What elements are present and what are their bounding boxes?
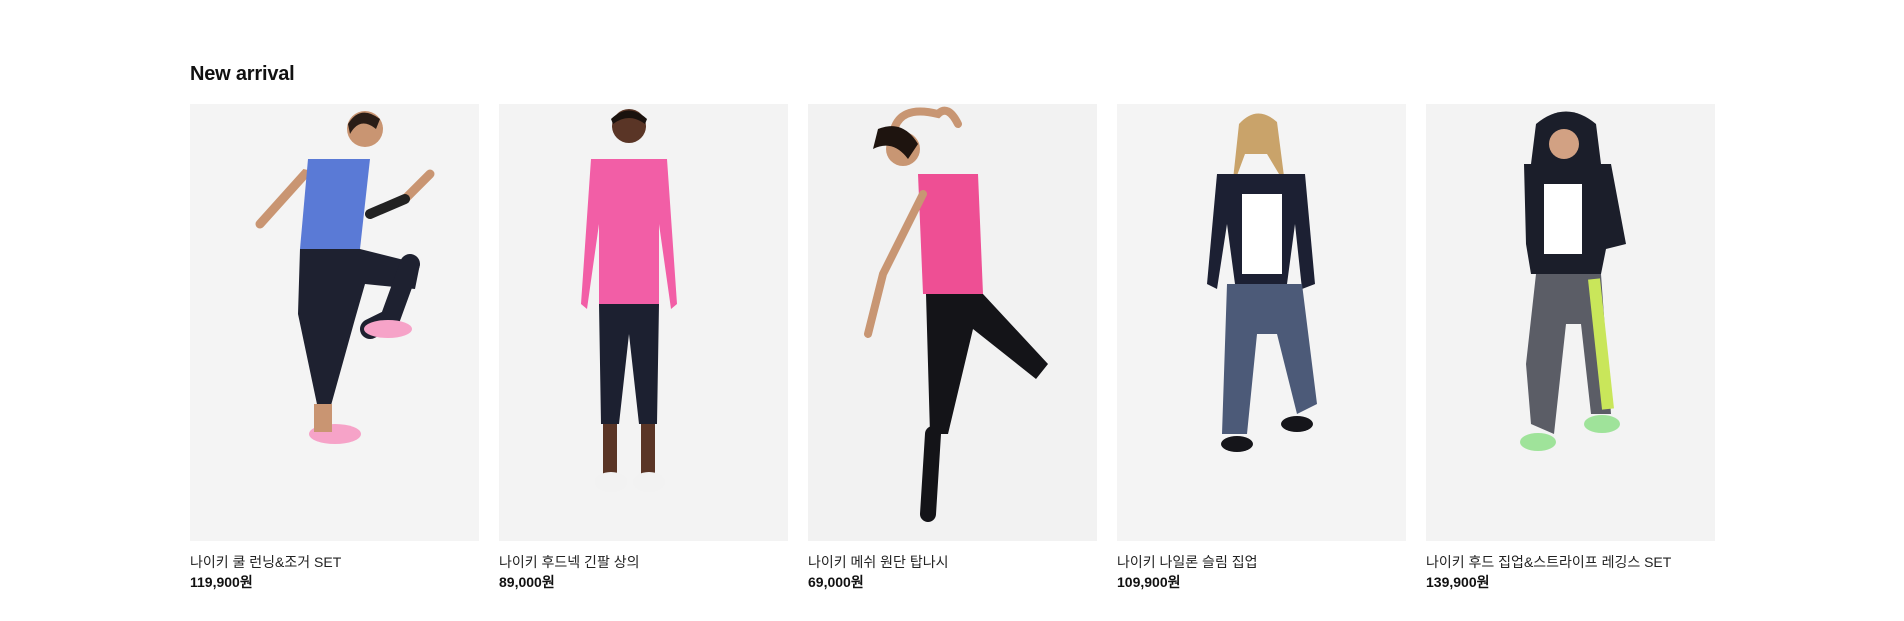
product-card[interactable]: 나이키 나일론 슬림 집업 109,900원 <box>1117 104 1406 591</box>
leg <box>641 424 655 474</box>
product-card[interactable]: 나이키 쿨 런닝&조거 SET 119,900원 <box>190 104 479 591</box>
model-photo <box>1426 104 1715 541</box>
product-name[interactable]: 나이키 메쉬 원단 탑나시 <box>808 553 1097 571</box>
product-price: 139,900원 <box>1426 574 1490 590</box>
shoe <box>595 472 627 492</box>
model-photo <box>1117 104 1406 541</box>
leg <box>603 424 617 474</box>
ankle <box>314 404 332 432</box>
product-image[interactable] <box>499 104 788 541</box>
top <box>300 159 370 249</box>
product-price: 109,900원 <box>1117 574 1181 590</box>
product-grid: 나이키 쿨 런닝&조거 SET 119,900원 나이키 후드넥 긴팔 상의 8… <box>190 104 1715 591</box>
product-price: 69,000원 <box>808 574 864 590</box>
shoe <box>633 472 665 492</box>
shoe <box>1221 436 1253 452</box>
product-price: 119,900원 <box>190 574 253 590</box>
logo-print <box>1544 184 1582 254</box>
product-name[interactable]: 나이키 후드 집업&스트라이프 레깅스 SET <box>1426 553 1715 571</box>
product-card[interactable]: 나이키 후드넥 긴팔 상의 89,000원 <box>499 104 788 591</box>
head <box>1549 129 1579 159</box>
model-photo <box>499 104 788 541</box>
product-card[interactable]: 나이키 메쉬 원단 탑나시 69,000원 <box>808 104 1097 591</box>
product-price: 89,000원 <box>499 574 555 590</box>
shoe <box>1281 416 1313 432</box>
shoe <box>364 320 412 338</box>
shoe <box>1520 433 1556 451</box>
product-image[interactable] <box>1117 104 1406 541</box>
section-title: New arrival <box>190 63 295 85</box>
top <box>918 174 983 294</box>
shoe <box>1584 415 1620 433</box>
new-arrival-section: New arrival 나이키 쿨 런닝&조거 SET 119,900원 나이키… <box>190 60 1715 590</box>
product-image[interactable] <box>190 104 479 541</box>
product-name[interactable]: 나이키 나일론 슬림 집업 <box>1117 553 1406 571</box>
product-name[interactable]: 나이키 쿨 런닝&조거 SET <box>190 553 479 571</box>
model-photo <box>190 104 479 541</box>
product-image[interactable] <box>1426 104 1715 541</box>
inner-tee <box>1242 194 1282 274</box>
product-image[interactable] <box>808 104 1097 541</box>
leg <box>920 426 941 522</box>
product-name[interactable]: 나이키 후드넥 긴팔 상의 <box>499 553 788 571</box>
model-photo <box>808 104 1097 541</box>
product-card[interactable]: 나이키 후드 집업&스트라이프 레깅스 SET 139,900원 <box>1426 104 1715 591</box>
